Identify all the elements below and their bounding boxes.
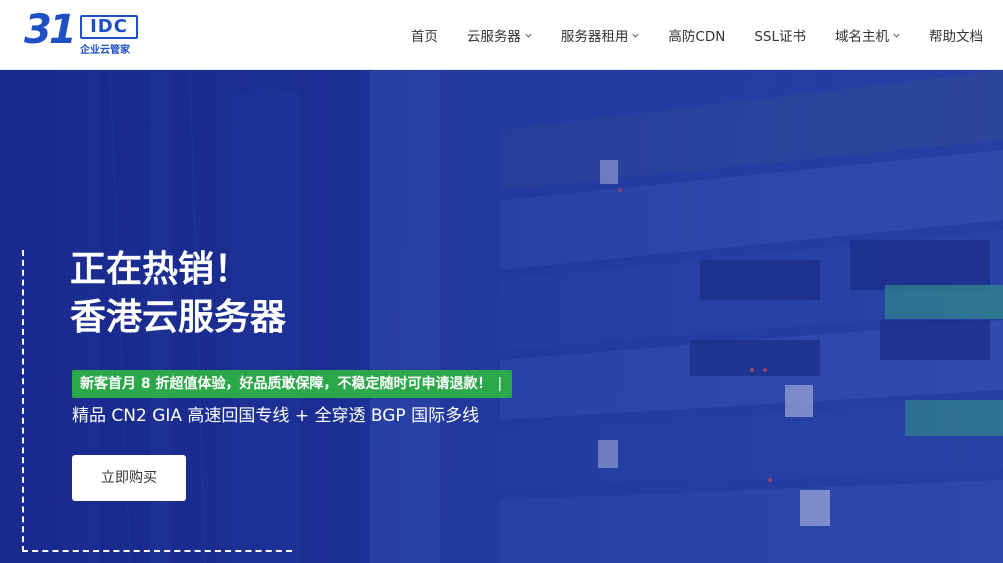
hero-title: 正在热销！ 香港云服务器 bbox=[70, 246, 490, 342]
nav-item-label: 帮助文档 bbox=[929, 29, 983, 45]
promo-text: 新客首月 8 折超值体验，好品质敢保障，不稳定随时可申请退款！ bbox=[80, 376, 492, 392]
site-logo[interactable]: 31 IDC 企业云管家 bbox=[24, 7, 144, 57]
chevron-down-icon bbox=[893, 32, 900, 39]
nav-item-label: 高防CDN bbox=[668, 29, 726, 45]
nav-item-help-docs[interactable]: 帮助文档 bbox=[929, 25, 983, 45]
chevron-down-icon bbox=[525, 32, 532, 39]
logo-box-text: IDC bbox=[80, 15, 138, 39]
nav-item-ssl[interactable]: SSL证书 bbox=[754, 25, 806, 45]
chevron-down-icon bbox=[632, 32, 640, 39]
nav-item-label: 首页 bbox=[410, 29, 438, 45]
hero-subline: 精品 CN2 GIA 高速回国专线 + 全穿透 BGP 国际多线 bbox=[72, 406, 480, 426]
main-nav: 首页 云服务器 服务器租用 高防CDN SSL证书 域名主机 帮助文档 bbox=[382, 0, 983, 70]
nav-item-label: SSL证书 bbox=[754, 29, 806, 45]
buy-now-button[interactable]: 立即购买 bbox=[72, 455, 186, 501]
nav-item-label: 云服务器 bbox=[466, 29, 521, 45]
nav-item-cloud-server[interactable]: 云服务器 bbox=[467, 25, 532, 45]
logo-subtitle: 企业云管家 bbox=[80, 45, 130, 56]
promo-cursor: | bbox=[497, 376, 503, 392]
nav-item-label: 服务器租用 bbox=[560, 29, 629, 45]
promo-badge: 新客首月 8 折超值体验，好品质敢保障，不稳定随时可申请退款！ | bbox=[72, 370, 513, 398]
nav-item-label: 域名主机 bbox=[835, 29, 889, 45]
hero-title-line2: 香港云服务器 bbox=[70, 297, 287, 338]
nav-item-cdn[interactable]: 高防CDN bbox=[668, 25, 725, 45]
nav-item-server-rental[interactable]: 服务器租用 bbox=[561, 25, 640, 45]
nav-item-domain-hosting[interactable]: 域名主机 bbox=[835, 25, 900, 45]
logo-number: 31 bbox=[24, 7, 77, 53]
hero-banner: 正在热销！ 香港云服务器 新客首月 8 折超值体验，好品质敢保障，不稳定随时可申… bbox=[0, 70, 1003, 563]
site-header: 31 IDC 企业云管家 首页 云服务器 服务器租用 高防CDN SSL证书 域… bbox=[0, 0, 1003, 70]
hero-title-line1: 正在热销！ bbox=[70, 249, 251, 290]
nav-item-home[interactable]: 首页 bbox=[411, 25, 438, 45]
